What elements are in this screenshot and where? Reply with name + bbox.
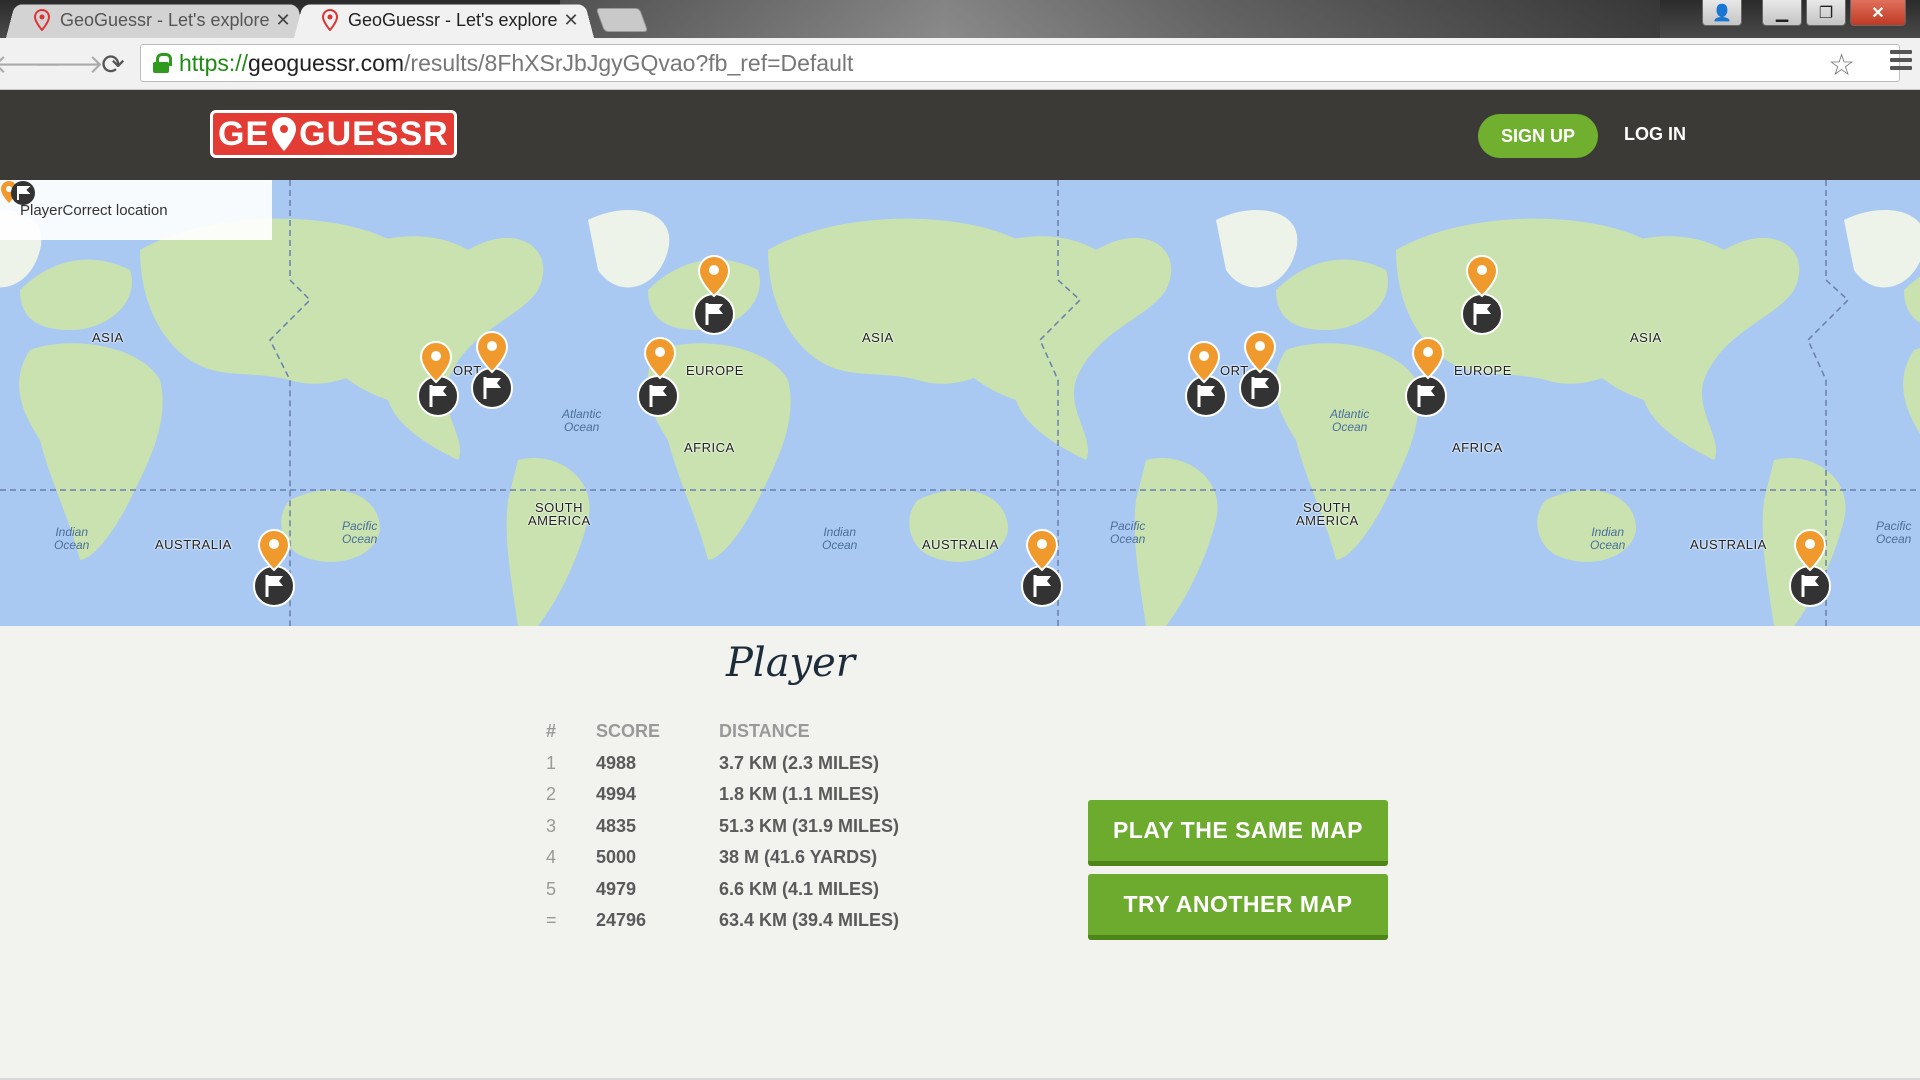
logo-pin-icon <box>272 117 297 151</box>
browser-tab-1[interactable]: GeoGuessr - Let's explore ✕ <box>6 2 306 38</box>
try-another-map-button[interactable]: TRY ANOTHER MAP <box>1088 874 1388 940</box>
label-pacific-ocean: Pacific Ocean <box>1876 519 1912 546</box>
tab-title: GeoGuessr - Let's explore <box>60 9 270 30</box>
column-rank: # <box>546 721 557 742</box>
label-europe: EUROPE <box>1454 363 1512 378</box>
browser-titlebar: GeoGuessr - Let's explore ✕ GeoGuessr - … <box>0 0 1920 38</box>
label-africa: AFRICA <box>1452 440 1503 455</box>
url-host: geoguessr.com <box>248 49 405 76</box>
label-atlantic-ocean: Atlantic Ocean <box>562 407 602 434</box>
table-header: # SCORE DISTANCE <box>546 716 899 748</box>
map-pin-icon <box>34 9 50 31</box>
label-australia: AUSTRALIA <box>155 537 232 552</box>
row-distance: 63.4 KM (39.4 MILES) <box>719 910 900 931</box>
label-africa: AFRICA <box>684 440 735 455</box>
results-map[interactable]: ASIA AUSTRALIA ORT EUROPE ASIA AFRICA SO… <box>0 180 1920 626</box>
logo-text-left: GE <box>218 114 270 153</box>
map-pin-icon <box>322 9 338 31</box>
sign-up-button[interactable]: SIGN UP <box>1478 114 1598 158</box>
correct-flag-icon <box>11 181 35 205</box>
table-row: 2 4994 1.8 KM (1.1 MILES) <box>546 779 899 811</box>
window-controls: 👤 ▁ ❐ ✕ <box>1702 0 1906 26</box>
label-atlantic-ocean: Atlantic Ocean <box>1330 407 1370 434</box>
new-tab-button[interactable] <box>595 8 649 32</box>
reload-icon[interactable]: ⟳ <box>98 49 128 80</box>
browser-toolbar: 🡐 🡒 ⟳ https:// geoguessr.com /results/8F… <box>0 38 1920 90</box>
browser-tab-2[interactable]: GeoGuessr - Let's explore ✕ <box>294 2 594 38</box>
label-south-america-2: AMERICA <box>528 513 591 528</box>
label-asia: ASIA <box>1630 330 1662 345</box>
table-row: 4 5000 38 M (41.6 YARDS) <box>546 842 899 874</box>
user-icon[interactable]: 👤 <box>1702 0 1742 26</box>
row-score: 4988 <box>596 752 637 773</box>
row-score: 4979 <box>596 878 637 899</box>
row-distance: 1.8 KM (1.1 MILES) <box>719 784 880 805</box>
row-score: 24796 <box>596 910 647 931</box>
lock-icon <box>153 53 172 73</box>
label-indian-ocean: Indian Ocean <box>822 525 858 552</box>
row-score: 5000 <box>596 847 637 868</box>
label-australia: AUSTRALIA <box>922 537 999 552</box>
label-indian-ocean: Indian Ocean <box>54 525 90 552</box>
label-australia: AUSTRALIA <box>1690 537 1767 552</box>
row-rank: 1 <box>546 752 557 773</box>
table-row: 5 4979 6.6 KM (4.1 MILES) <box>546 874 899 906</box>
url-path: /results/8FhXSrJbJgyGQvao?fb_ref=Default <box>404 49 854 76</box>
row-distance: 3.7 KM (2.3 MILES) <box>719 752 880 773</box>
log-in-link[interactable]: LOG IN <box>1624 124 1686 145</box>
label-europe: EUROPE <box>686 363 744 378</box>
logo-text-right: GUESSR <box>299 114 449 153</box>
row-score: 4835 <box>596 815 637 836</box>
row-rank: 4 <box>546 847 557 868</box>
label-asia: ASIA <box>92 330 124 345</box>
column-score: SCORE <box>596 721 661 742</box>
legend-correct-label: Correct location <box>62 201 168 219</box>
map-legend: Player Correct location <box>0 180 272 240</box>
label-asia: ASIA <box>862 330 894 345</box>
label-indian-ocean: Indian Ocean <box>1590 525 1626 552</box>
row-rank: 2 <box>546 784 557 805</box>
label-pacific-ocean: Pacific Ocean <box>342 519 378 546</box>
arrow-right-icon[interactable]: 🡒 <box>34 49 104 79</box>
score-table: # SCORE DISTANCE 1 4988 3.7 KM (2.3 MILE… <box>546 716 899 937</box>
row-distance: 6.6 KM (4.1 MILES) <box>719 878 880 899</box>
table-row: 3 4835 51.3 KM (31.9 MILES) <box>546 811 899 843</box>
row-rank: = <box>546 910 557 931</box>
address-bar[interactable]: https:// geoguessr.com /results/8FhXSrJb… <box>140 44 1900 82</box>
close-window-icon[interactable]: ✕ <box>1850 0 1906 26</box>
play-same-map-button[interactable]: PLAY THE SAME MAP <box>1088 800 1388 866</box>
column-distance: DISTANCE <box>719 721 810 742</box>
star-icon[interactable]: ☆ <box>1828 48 1855 83</box>
minimize-icon[interactable]: ▁ <box>1762 0 1802 26</box>
label-south-america-2: AMERICA <box>1296 513 1359 528</box>
results-title: Player <box>726 640 855 686</box>
hamburger-icon[interactable] <box>1890 50 1912 70</box>
restore-icon[interactable]: ❐ <box>1806 0 1846 26</box>
row-distance: 51.3 KM (31.9 MILES) <box>719 815 900 836</box>
url-scheme: https:// <box>179 49 249 76</box>
geoguessr-logo[interactable]: GE GUESSR <box>210 110 457 158</box>
row-distance: 38 M (41.6 YARDS) <box>719 847 878 868</box>
row-rank: 3 <box>546 815 557 836</box>
table-total-row: = 24796 63.4 KM (39.4 MILES) <box>546 905 899 937</box>
row-rank: 5 <box>546 878 557 899</box>
tab-close-icon[interactable]: ✕ <box>562 10 580 31</box>
site-header: GE GUESSR SIGN UP LOG IN <box>0 90 1920 180</box>
titlebar-background <box>560 0 1660 38</box>
tab-title: GeoGuessr - Let's explore <box>348 9 558 30</box>
tab-close-icon[interactable]: ✕ <box>274 10 292 31</box>
row-score: 4994 <box>596 784 637 805</box>
label-pacific-ocean: Pacific Ocean <box>1110 519 1146 546</box>
table-row: 1 4988 3.7 KM (2.3 MILES) <box>546 748 899 780</box>
